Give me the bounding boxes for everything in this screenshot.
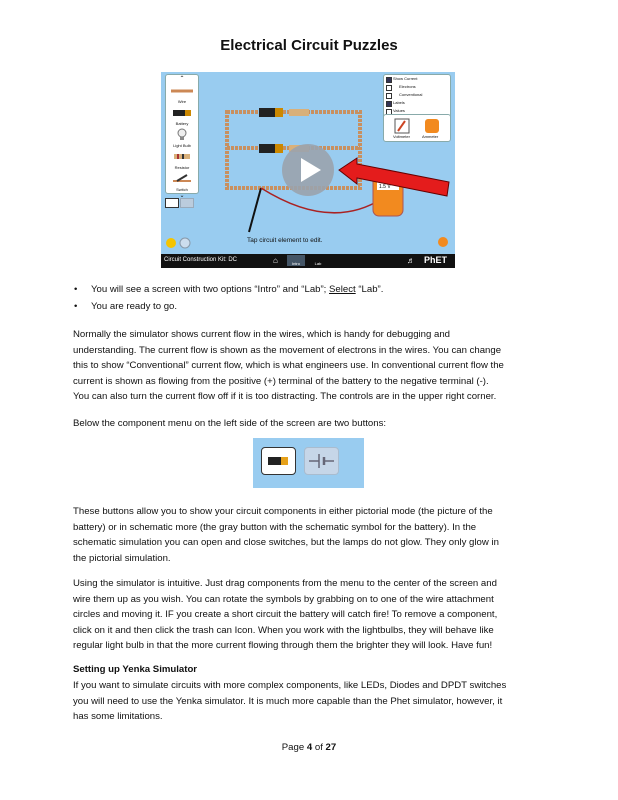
section-heading: Setting up Yenka Simulator xyxy=(73,664,198,675)
sim-title: Circuit Construction Kit: DC xyxy=(164,257,238,263)
home-icon: ⌂ xyxy=(273,256,278,265)
conventional-radio: Conventional xyxy=(384,91,450,99)
paragraph-current-flow: Normally the simulator shows current flo… xyxy=(73,329,504,403)
simulator-screenshot: ⌃ Wire Battery Light Bulb Resistor Switc… xyxy=(161,72,455,268)
tab-lab: Lab xyxy=(314,261,322,266)
sound-icon: ♬ xyxy=(407,256,415,265)
paragraph-yenka: If you want to simulate circuits with mo… xyxy=(73,680,507,723)
paragraph-usage: Using the simulator is intuitive. Just d… xyxy=(73,578,498,652)
page-title: Electrical Circuit Puzzles xyxy=(220,37,398,54)
mode-buttons-image xyxy=(253,438,364,488)
paragraph-modes: These buttons allow you to show your cir… xyxy=(73,506,499,564)
phet-logo: PhET xyxy=(423,255,447,265)
bullet-item: You will see a screen with two options “… xyxy=(74,284,383,295)
sim-hint-text: Tap circuit element to edit. xyxy=(247,237,323,244)
schematic-mode-button xyxy=(304,447,339,475)
electrons-radio: Electrons xyxy=(384,83,450,91)
sim-navbar: Circuit Construction Kit: DC ⌂ Intro Lab… xyxy=(161,254,455,268)
labels-checkbox: Labels xyxy=(384,99,450,107)
measurement-tools-panel: Voltmeter Ammeter xyxy=(383,114,451,142)
ammeter-label: Ammeter xyxy=(422,134,439,139)
show-current-checkbox: Show Current xyxy=(384,75,450,83)
page-footer: Page 4 of 27 xyxy=(281,742,337,753)
paragraph-buttons-intro: Below the component menu on the left sid… xyxy=(73,418,387,429)
bullet-item: You are ready to go. xyxy=(74,301,177,312)
voltmeter-label: Voltmeter xyxy=(393,134,410,139)
tab-intro: Intro xyxy=(287,255,305,266)
pictorial-mode-button xyxy=(261,447,296,475)
